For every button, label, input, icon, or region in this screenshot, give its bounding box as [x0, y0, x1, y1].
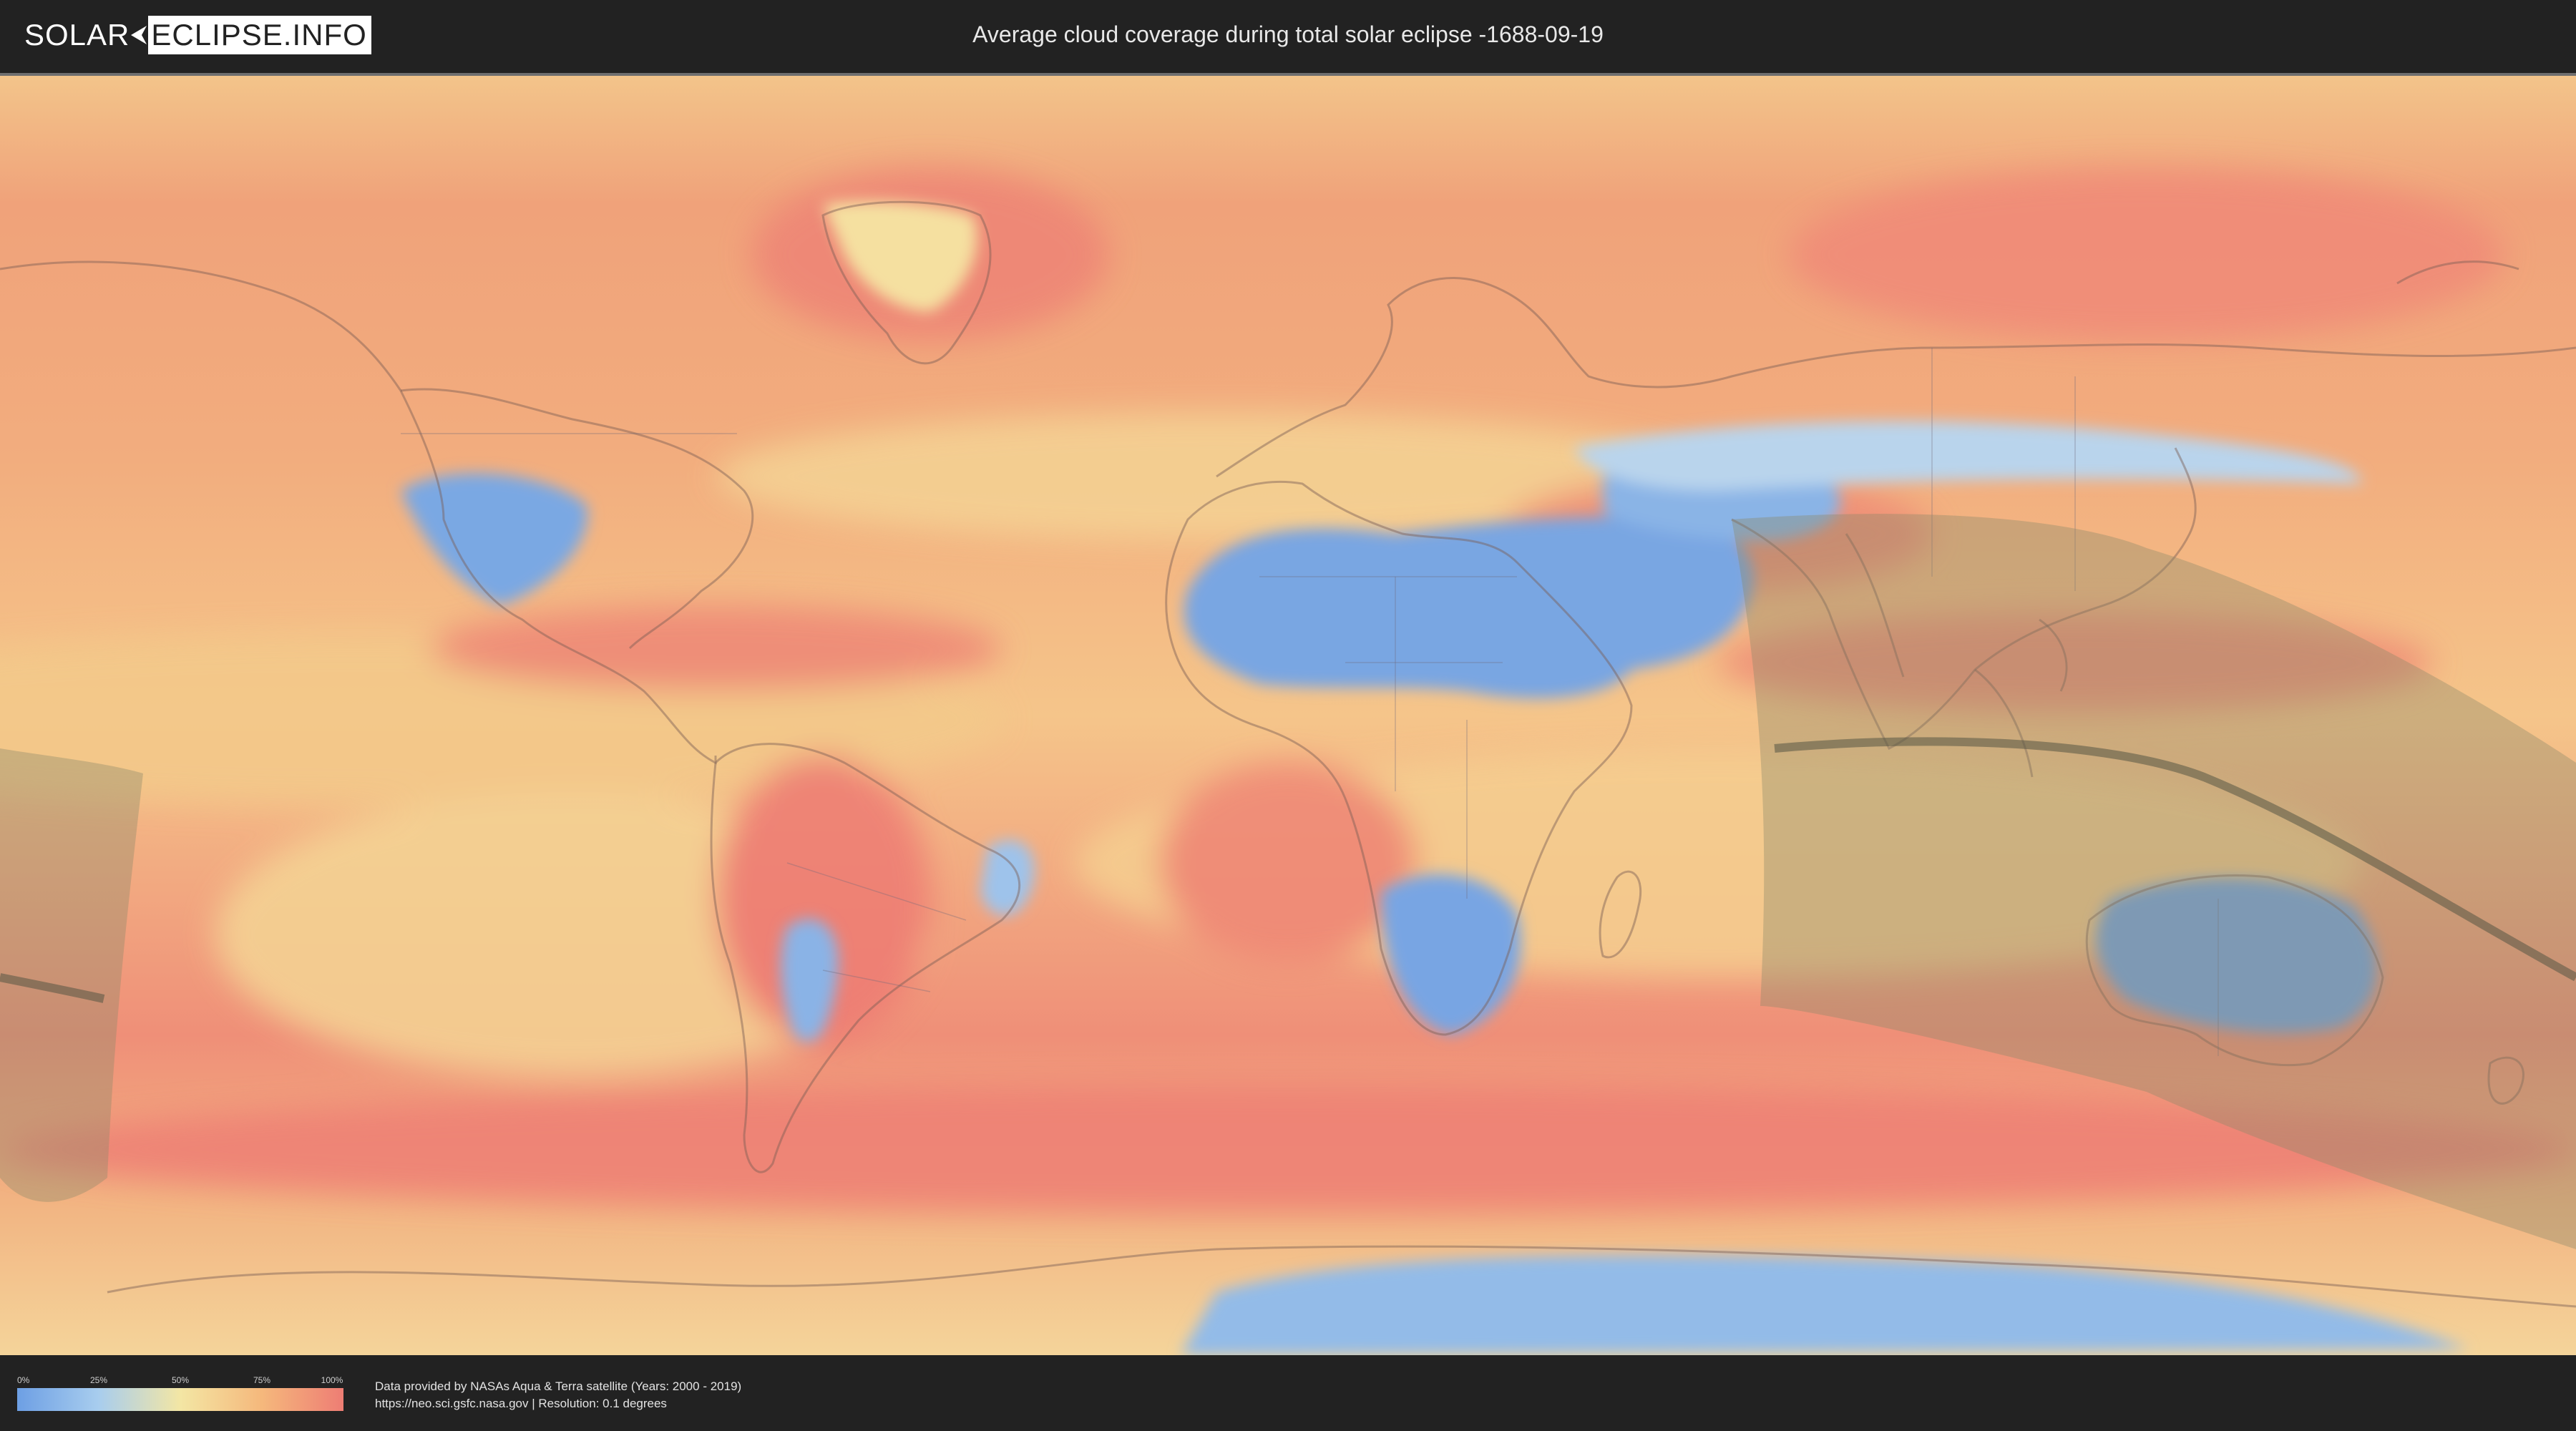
legend-color-gradient — [17, 1388, 343, 1411]
page-title: Average cloud coverage during total sola… — [972, 21, 1604, 47]
header-bar: SOLAR ECLIPSE.INFO Average cloud coverag… — [0, 0, 2576, 72]
legend-tick-25: 25% — [89, 1375, 108, 1385]
legend-tick-75: 75% — [253, 1375, 271, 1385]
cloud-coverage-legend: 0% 25% 50% 75% 100% — [17, 1375, 343, 1415]
legend-tick-100: 100% — [321, 1375, 343, 1385]
legend-tick-50: 50% — [171, 1375, 190, 1385]
credits-line-source: Data provided by NASAs Aqua & Terra sate… — [375, 1379, 742, 1393]
legend-tick-0: 0% — [17, 1375, 30, 1385]
data-credits: Data provided by NASAs Aqua & Terra sate… — [375, 1378, 741, 1412]
world-map-svg — [0, 76, 2576, 1355]
credits-line-url[interactable]: https://neo.sci.gsfc.nasa.gov | Resoluti… — [375, 1395, 741, 1412]
cloud-coverage-map[interactable] — [0, 73, 2576, 1355]
